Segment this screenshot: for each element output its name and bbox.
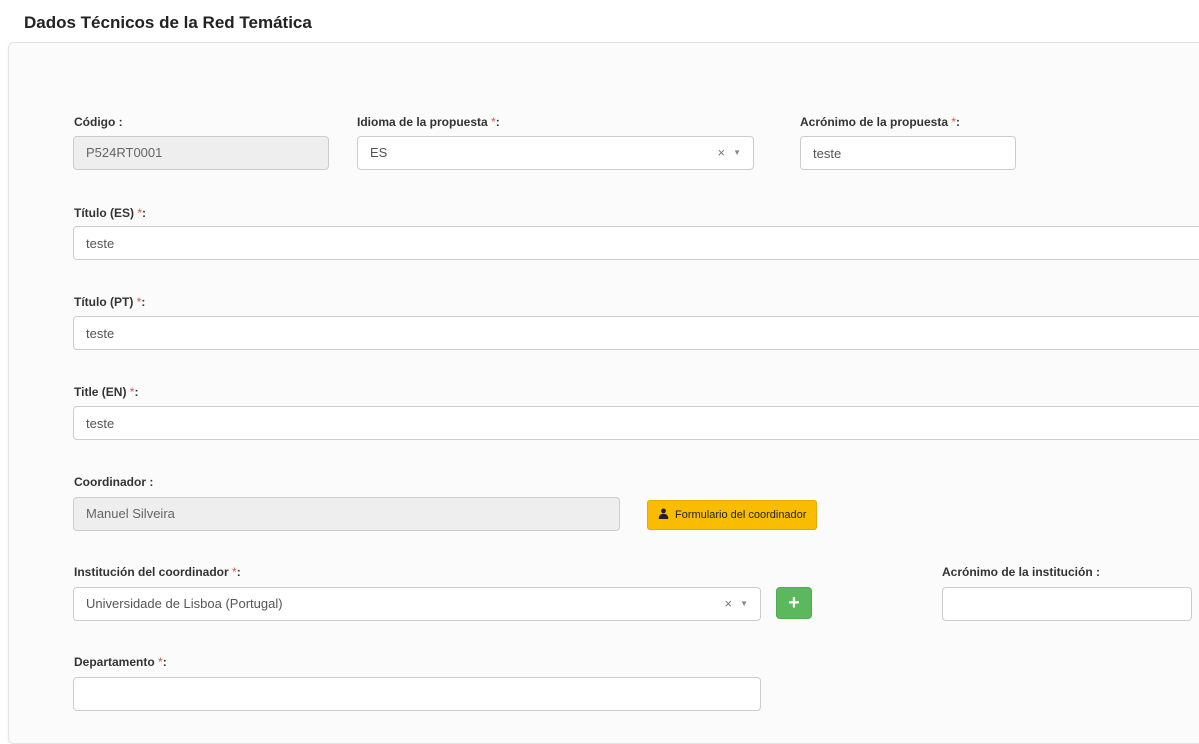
coordinador-label-text: Coordinador (74, 475, 146, 489)
title-en-input[interactable] (73, 406, 1199, 440)
titulo-pt-label: Título (PT) *: (74, 295, 145, 309)
institucion-label: Institución del coordinador *: (74, 565, 241, 579)
idioma-required-mark: * (487, 115, 496, 129)
titulo-pt-label-text: Título (PT) (74, 295, 134, 309)
plus-icon: + (788, 591, 800, 614)
institucion-select-controls: × ▼ (724, 588, 748, 620)
acronimo-institucion-label-text: Acrónimo de la institución (942, 565, 1093, 579)
titulo-es-label-text: Título (ES) (74, 206, 134, 220)
institucion-chevron-down-icon[interactable]: ▼ (740, 588, 748, 620)
acronimo-institucion-label: Acrónimo de la institución : (942, 565, 1100, 579)
title-en-label: Title (EN) *: (74, 385, 138, 399)
coordinador-label-suffix: : (146, 475, 154, 489)
codigo-label-suffix: : (115, 115, 123, 129)
coordinador-value: Manuel Silveira (86, 506, 175, 521)
institucion-label-text: Institución del coordinador (74, 565, 229, 579)
formulario-coordinador-button[interactable]: Formulario del coordinador (647, 500, 818, 530)
coordinador-label: Coordinador : (74, 475, 153, 489)
acronimo-institucion-label-suffix: : (1092, 565, 1101, 579)
codigo-field[interactable]: P524RT0001 (73, 136, 329, 170)
acronimo-institucion-input[interactable] (942, 587, 1192, 621)
acronimo-propuesta-input[interactable] (800, 136, 1016, 170)
institucion-label-suffix: : (236, 565, 241, 579)
page-title: Dados Técnicos de la Red Temática (24, 13, 312, 32)
departamento-input[interactable] (73, 677, 761, 711)
titulo-es-label-suffix: : (142, 206, 147, 220)
titulo-es-label: Título (ES) *: (74, 206, 146, 220)
institucion-select[interactable]: Universidade de Lisboa (Portugal) × ▼ (73, 587, 761, 621)
idioma-selected-value: ES (370, 145, 388, 160)
idioma-label-text: Idioma de la propuesta (357, 115, 488, 129)
idioma-label-suffix: : (495, 115, 500, 129)
departamento-label: Departamento *: (74, 655, 167, 669)
institucion-selected-value: Universidade de Lisboa (Portugal) (86, 596, 283, 611)
title-en-label-text: Title (EN) (74, 385, 127, 399)
titulo-es-required-mark: * (134, 206, 143, 220)
institucion-required-mark: * (228, 565, 237, 579)
institucion-clear-icon[interactable]: × (724, 588, 732, 620)
titulo-pt-input[interactable] (73, 316, 1199, 350)
codigo-value: P524RT0001 (86, 145, 163, 160)
formulario-coordinador-button-label: Formulario del coordinador (675, 509, 807, 521)
coordinador-field[interactable]: Manuel Silveira (73, 497, 620, 531)
add-institucion-button[interactable]: + (776, 587, 812, 619)
idioma-select[interactable]: ES × ▼ (357, 136, 754, 170)
idioma-chevron-down-icon[interactable]: ▼ (733, 137, 741, 169)
acronimo-propuesta-required-mark: * (948, 115, 957, 129)
user-icon (658, 508, 669, 522)
title-en-label-suffix: : (134, 385, 139, 399)
acronimo-propuesta-label-suffix: : (956, 115, 961, 129)
acronimo-propuesta-label: Acrónimo de la propuesta *: (800, 115, 960, 129)
departamento-label-text: Departamento (74, 655, 155, 669)
codigo-label: Código : (74, 115, 123, 129)
titulo-pt-label-suffix: : (141, 295, 146, 309)
departamento-label-suffix: : (162, 655, 167, 669)
idioma-select-controls: × ▼ (717, 137, 741, 169)
acronimo-propuesta-label-text: Acrónimo de la propuesta (800, 115, 949, 129)
codigo-label-text: Código (74, 115, 116, 129)
idioma-label: Idioma de la propuesta *: (357, 115, 500, 129)
departamento-required-mark: * (154, 655, 163, 669)
titulo-es-input[interactable] (73, 226, 1199, 260)
idioma-clear-icon[interactable]: × (717, 137, 725, 169)
